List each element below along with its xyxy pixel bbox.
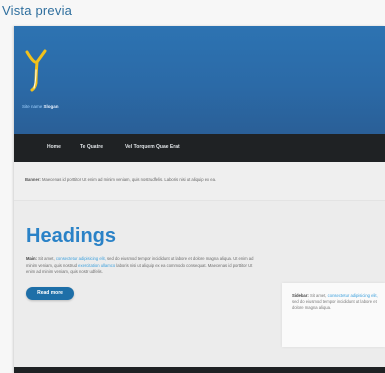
banner-text: Banner: Maecenas id porttitor Ut enim ad… <box>25 177 216 182</box>
site-logo-icon[interactable] <box>24 48 48 92</box>
main-link-2[interactable]: exercitation ullamco <box>78 263 115 268</box>
nav-item-home[interactable]: Home <box>47 144 61 150</box>
banner-label: Banner: <box>25 177 41 182</box>
sidebar-text: Sidebar: Sit amet, consectetur adipisici… <box>292 293 378 312</box>
site-name-slogan: Site name Slogan <box>22 104 59 109</box>
sidebar-text-1: Sit amet, <box>309 293 327 298</box>
banner-region: Banner: Maecenas id porttitor Ut enim ad… <box>14 162 385 201</box>
sidebar-link[interactable]: consectetur adipisicing elit, <box>328 293 378 298</box>
main-navigation: Home Te Quatre Vel Torquem Quae Erat <box>14 134 385 162</box>
content-region: Headings Main: Sit amet, consectetur adi… <box>14 201 385 373</box>
nav-item-te-quatre[interactable]: Te Quatre <box>80 144 103 150</box>
site-header: Site name Slogan <box>14 26 385 134</box>
banner-body: Maecenas id porttitor Ut enim ad minim v… <box>42 177 217 182</box>
main-link-1[interactable]: consectetur adipisicing elit, <box>56 256 106 261</box>
preview-frame: Site name Slogan Home Te Quatre Vel Torq… <box>14 26 385 373</box>
main-label: Main: <box>26 256 37 261</box>
page-heading: Headings <box>26 225 117 247</box>
read-more-button[interactable]: Read more <box>26 287 74 300</box>
sidebar-text-2: sed do eiusmod tempor incididunt ut labo… <box>292 299 377 311</box>
preview-title: Vista previa <box>2 3 73 18</box>
site-name[interactable]: Site name <box>22 104 42 109</box>
site-slogan: Slogan <box>43 104 59 109</box>
main-body-text: Main: Sit amet, consectetur adipisicing … <box>26 256 254 276</box>
footer-bar <box>14 367 385 373</box>
sidebar-label: Sidebar: <box>292 293 309 298</box>
sidebar-box: Sidebar: Sit amet, consectetur adipisici… <box>282 283 385 347</box>
main-text-1: Sit amet, <box>38 256 55 261</box>
nav-item-vel-torquem[interactable]: Vel Torquem Quae Erat <box>125 144 180 150</box>
